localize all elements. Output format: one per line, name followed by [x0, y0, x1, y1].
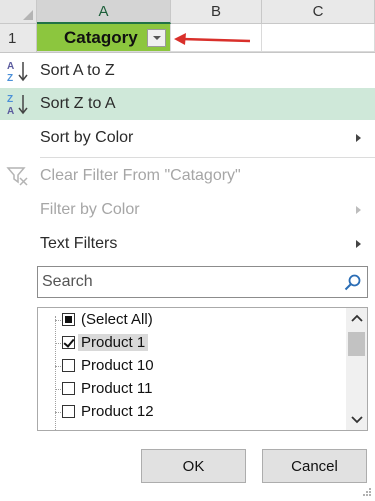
- list-item-label: (Select All): [81, 311, 153, 328]
- filter-menu: A Z Sort A to Z Z A Sort Z to A Sort by …: [0, 52, 375, 501]
- menu-item-label: Sort A to Z: [40, 62, 115, 79]
- list-item-label: Product 1: [78, 334, 149, 351]
- scrollbar-thumb[interactable]: [348, 332, 365, 356]
- svg-text:Z: Z: [7, 73, 13, 83]
- menu-item-sort-a-to-z[interactable]: A Z Sort A to Z: [0, 55, 375, 87]
- submenu-arrow-icon: [356, 134, 361, 142]
- row-header-1[interactable]: 1: [0, 24, 37, 52]
- checkbox-partial[interactable]: [62, 313, 75, 326]
- submenu-arrow-icon: [356, 206, 361, 214]
- menu-item-label: Text Filters: [40, 235, 118, 252]
- menu-item-label: Clear Filter From "Catagory": [40, 167, 241, 184]
- menu-item-label: Sort by Color: [40, 129, 134, 146]
- menu-item-clear-filter: Clear Filter From "Catagory": [0, 160, 375, 192]
- sort-ascending-icon: A Z: [7, 61, 28, 83]
- menu-separator: [40, 157, 375, 158]
- checkbox-unchecked[interactable]: [62, 405, 75, 418]
- spreadsheet-header: A B C 1 Catagory: [0, 0, 375, 52]
- scroll-up-button[interactable]: [346, 308, 367, 328]
- checkbox-unchecked[interactable]: [62, 359, 75, 372]
- menu-item-filter-by-color: Filter by Color: [0, 194, 375, 226]
- select-all-corner[interactable]: [0, 0, 37, 24]
- cancel-button[interactable]: Cancel: [262, 449, 367, 483]
- list-scrollbar[interactable]: [346, 308, 367, 430]
- menu-item-sort-by-color[interactable]: Sort by Color: [0, 122, 375, 154]
- cell-a1-text: Catagory: [64, 27, 138, 47]
- submenu-arrow-icon: [356, 240, 361, 248]
- search-placeholder: Search: [42, 273, 93, 290]
- checkbox-checked[interactable]: [62, 336, 75, 349]
- list-item-label: Product 12: [81, 403, 154, 420]
- list-item[interactable]: Product 1: [38, 332, 338, 355]
- list-item-label: Product 10: [81, 357, 154, 374]
- column-header-a[interactable]: A: [37, 0, 171, 24]
- filter-value-list: (Select All) Product 1 Product 10 Produc…: [37, 307, 368, 431]
- ok-button[interactable]: OK: [141, 449, 246, 483]
- chevron-down-icon: [350, 416, 363, 424]
- scroll-down-button[interactable]: [346, 410, 367, 430]
- cell-c1[interactable]: [262, 24, 375, 52]
- chevron-up-icon: [350, 314, 363, 322]
- column-header-c[interactable]: C: [262, 0, 375, 24]
- svg-text:A: A: [7, 106, 14, 116]
- column-header-b[interactable]: B: [171, 0, 262, 24]
- annotation-arrow-icon: [174, 33, 251, 45]
- menu-item-label: Sort Z to A: [40, 95, 116, 112]
- svg-text:A: A: [7, 61, 14, 72]
- search-icon[interactable]: [343, 273, 363, 293]
- list-item[interactable]: Product 12: [38, 401, 338, 424]
- chevron-down-icon: [152, 36, 161, 40]
- checkbox-unchecked[interactable]: [62, 382, 75, 395]
- filter-dropdown-button[interactable]: [147, 29, 166, 47]
- menu-item-text-filters[interactable]: Text Filters: [0, 228, 375, 260]
- sort-descending-icon: Z A: [7, 94, 28, 116]
- menu-item-label: Filter by Color: [40, 201, 140, 218]
- clear-filter-icon: [6, 167, 28, 186]
- search-box[interactable]: Search: [37, 266, 368, 298]
- list-item[interactable]: Product 10: [38, 355, 338, 378]
- list-item-select-all[interactable]: (Select All): [38, 309, 338, 332]
- resize-grip-icon[interactable]: [362, 487, 372, 497]
- list-item-label: Product 11: [81, 380, 153, 397]
- menu-item-sort-z-to-a[interactable]: Z A Sort Z to A: [0, 88, 375, 120]
- list-item[interactable]: Product 11: [38, 378, 338, 401]
- svg-text:Z: Z: [7, 94, 13, 105]
